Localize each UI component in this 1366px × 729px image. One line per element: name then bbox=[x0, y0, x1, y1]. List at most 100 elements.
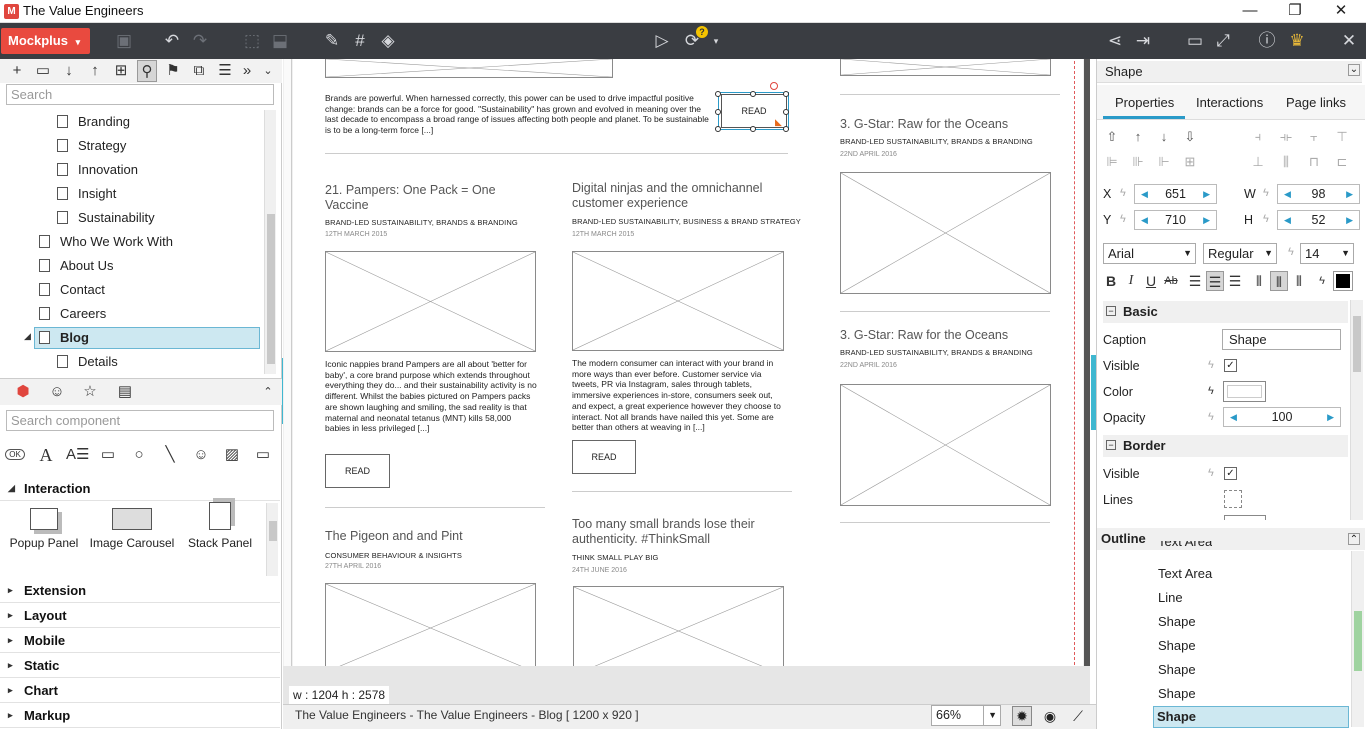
align-top-icon[interactable]: ⊤ bbox=[1333, 128, 1351, 146]
decrement-icon[interactable]: ◀ bbox=[1284, 211, 1291, 229]
intro-body-text[interactable]: Brands are powerful. When harnessed corr… bbox=[325, 93, 715, 136]
rectangle-component-icon[interactable]: ▭ bbox=[97, 444, 119, 466]
article-title[interactable]: The Pigeon and and Pint bbox=[325, 529, 535, 544]
tree-item-about-us[interactable]: About Us bbox=[39, 254, 113, 278]
flag-icon[interactable]: ⚑ bbox=[163, 60, 183, 82]
valign-bottom-icon[interactable]: ⦀ bbox=[1290, 271, 1308, 291]
increment-icon[interactable]: ▶ bbox=[1346, 211, 1353, 229]
zoom-select[interactable]: 66% ▼ bbox=[931, 705, 1001, 726]
outline-item[interactable]: Shape bbox=[1158, 638, 1196, 653]
section-chart[interactable]: ▸ Chart bbox=[0, 678, 280, 703]
emoji-icon[interactable]: ☺ bbox=[46, 381, 68, 403]
side-article-title[interactable]: 3. G-Star: Raw for the Oceans bbox=[840, 117, 1055, 132]
article-category[interactable]: CONSUMER BEHAVIOUR & INSIGHTS bbox=[325, 551, 462, 560]
scroll-thumb[interactable] bbox=[1354, 611, 1362, 671]
help-icon[interactable]: ⓘ bbox=[1256, 30, 1278, 52]
fullscreen-icon[interactable]: ⤢ bbox=[1212, 30, 1234, 52]
star-icon[interactable]: ☆ bbox=[79, 381, 101, 403]
italic-icon[interactable]: I bbox=[1122, 271, 1140, 291]
article-category[interactable]: BRAND-LED SUSTAINABILITY, BRANDS & BRAND… bbox=[325, 218, 518, 227]
line-width-picker[interactable] bbox=[1224, 515, 1266, 520]
image-placeholder[interactable] bbox=[840, 384, 1051, 506]
read-button[interactable]: READ bbox=[325, 454, 390, 488]
resize-handle[interactable] bbox=[783, 91, 789, 97]
ungroup-icon[interactable]: ⬓ bbox=[269, 30, 291, 52]
increment-icon[interactable]: ▶ bbox=[1346, 185, 1353, 203]
circle-component-icon[interactable]: ○ bbox=[128, 444, 150, 466]
close-button[interactable]: ✕ bbox=[1329, 1, 1353, 21]
resize-handle[interactable] bbox=[750, 91, 756, 97]
collapse-icon[interactable]: ⌄ bbox=[1348, 64, 1360, 76]
tree-item-details[interactable]: Details bbox=[57, 350, 118, 374]
move-down-icon[interactable]: ↓ bbox=[59, 60, 79, 82]
article-title[interactable]: 21. Pampers: One Pack = One Vaccine bbox=[325, 183, 525, 213]
collapse-icon[interactable]: ⌃ bbox=[257, 381, 279, 403]
valign-top-icon[interactable]: ⦀ bbox=[1250, 271, 1268, 291]
read-button[interactable]: READ bbox=[572, 440, 636, 474]
bring-to-front-icon[interactable]: ⇧ bbox=[1103, 128, 1121, 146]
design-canvas[interactable]: Brands are powerful. When harnessed corr… bbox=[293, 59, 1083, 666]
font-style-select[interactable]: Regular ▼ bbox=[1203, 243, 1277, 264]
align-left-icon[interactable]: ⫞ bbox=[1249, 128, 1267, 146]
same-size-icon[interactable]: ⊞ bbox=[1181, 153, 1199, 171]
article-title[interactable]: Too many small brands lose their authent… bbox=[572, 517, 787, 547]
search-icon[interactable]: ⚲ bbox=[137, 60, 157, 82]
border-group-header[interactable]: − Border bbox=[1103, 435, 1348, 457]
bring-forward-icon[interactable]: ↑ bbox=[1129, 128, 1147, 146]
copy-page-icon[interactable]: ⧉ bbox=[189, 60, 209, 82]
tree-item-contact[interactable]: Contact bbox=[39, 278, 105, 302]
redo-icon[interactable]: ↷ bbox=[189, 30, 211, 52]
user-avatar-icon[interactable]: ♛ bbox=[1286, 30, 1308, 52]
collapse-group-icon[interactable]: − bbox=[1106, 440, 1116, 450]
outline-item[interactable]: Line bbox=[1158, 590, 1183, 605]
undo-icon[interactable]: ↶ bbox=[161, 30, 183, 52]
scroll-thumb[interactable] bbox=[269, 521, 277, 541]
group-icon[interactable]: ⬚ bbox=[241, 30, 263, 52]
save-icon[interactable]: ▣ bbox=[113, 30, 135, 52]
expand-arrow-icon[interactable]: ◢ bbox=[24, 331, 31, 342]
component-scrollbar[interactable] bbox=[266, 503, 278, 576]
article-body[interactable]: The modern consumer can interact with yo… bbox=[572, 358, 784, 433]
collapse-icon[interactable]: ⌃ bbox=[1348, 533, 1360, 545]
template-icon[interactable]: ▤ bbox=[114, 381, 136, 403]
resize-handle[interactable] bbox=[783, 109, 789, 115]
section-interaction[interactable]: ◢ Interaction bbox=[0, 476, 280, 501]
visible-checkbox[interactable]: ✓ bbox=[1224, 359, 1237, 372]
valign-middle-icon[interactable]: ⦀ bbox=[1270, 271, 1288, 291]
section-layout[interactable]: ▸ Layout bbox=[0, 603, 280, 628]
fill-color-swatch[interactable] bbox=[1223, 381, 1266, 402]
increment-icon[interactable]: ▶ bbox=[1327, 408, 1334, 426]
decrement-icon[interactable]: ◀ bbox=[1141, 211, 1148, 229]
eye-icon[interactable]: ◉ bbox=[1040, 706, 1060, 726]
outline-item[interactable]: Shape bbox=[1158, 614, 1196, 629]
side-article-title[interactable]: 3. G-Star: Raw for the Oceans bbox=[840, 328, 1055, 343]
scroll-thumb[interactable] bbox=[267, 214, 275, 364]
side-article-category[interactable]: BRAND-LED SUSTAINABILITY, BRANDS & BRAND… bbox=[840, 137, 1033, 146]
align-middle-icon[interactable]: ⫟ bbox=[1305, 128, 1323, 146]
move-up-icon[interactable]: ↑ bbox=[85, 60, 105, 82]
outline-item-selected[interactable]: Shape bbox=[1157, 709, 1196, 724]
share-icon[interactable]: ⋖ bbox=[1104, 30, 1126, 52]
resize-handle[interactable] bbox=[715, 109, 721, 115]
lightning-icon[interactable]: ϟ bbox=[1208, 359, 1214, 371]
resize-handle[interactable] bbox=[715, 91, 721, 97]
restore-button[interactable]: ❐ bbox=[1283, 1, 1307, 21]
inspector-scrollbar[interactable] bbox=[1350, 300, 1363, 520]
button-component-icon[interactable]: OK bbox=[5, 449, 25, 460]
border-visible-checkbox[interactable]: ✓ bbox=[1224, 467, 1237, 480]
align-text-left-icon[interactable]: ☰ bbox=[1186, 271, 1204, 291]
component-box-icon[interactable]: ⬢ bbox=[12, 381, 34, 403]
align-text-right-icon[interactable]: ☰ bbox=[1226, 271, 1244, 291]
grid-icon[interactable]: # bbox=[349, 30, 371, 52]
image-placeholder[interactable] bbox=[573, 586, 784, 666]
lightning-icon[interactable]: ϟ bbox=[1263, 213, 1269, 225]
align-center-icon[interactable]: ⟛ bbox=[1277, 128, 1295, 146]
text-area-component-icon[interactable]: A☰ bbox=[66, 444, 89, 466]
side-article-category[interactable]: BRAND-LED SUSTAINABILITY, BRANDS & BRAND… bbox=[840, 348, 1033, 357]
tab-properties[interactable]: Properties bbox=[1115, 95, 1174, 110]
outline-item[interactable]: Text Area bbox=[1158, 541, 1212, 551]
tree-item-strategy[interactable]: Strategy bbox=[57, 134, 126, 158]
lightning-icon[interactable]: ϟ bbox=[1313, 271, 1331, 291]
tab-interactions[interactable]: Interactions bbox=[1196, 95, 1263, 110]
add-page-icon[interactable]: + bbox=[7, 60, 27, 82]
